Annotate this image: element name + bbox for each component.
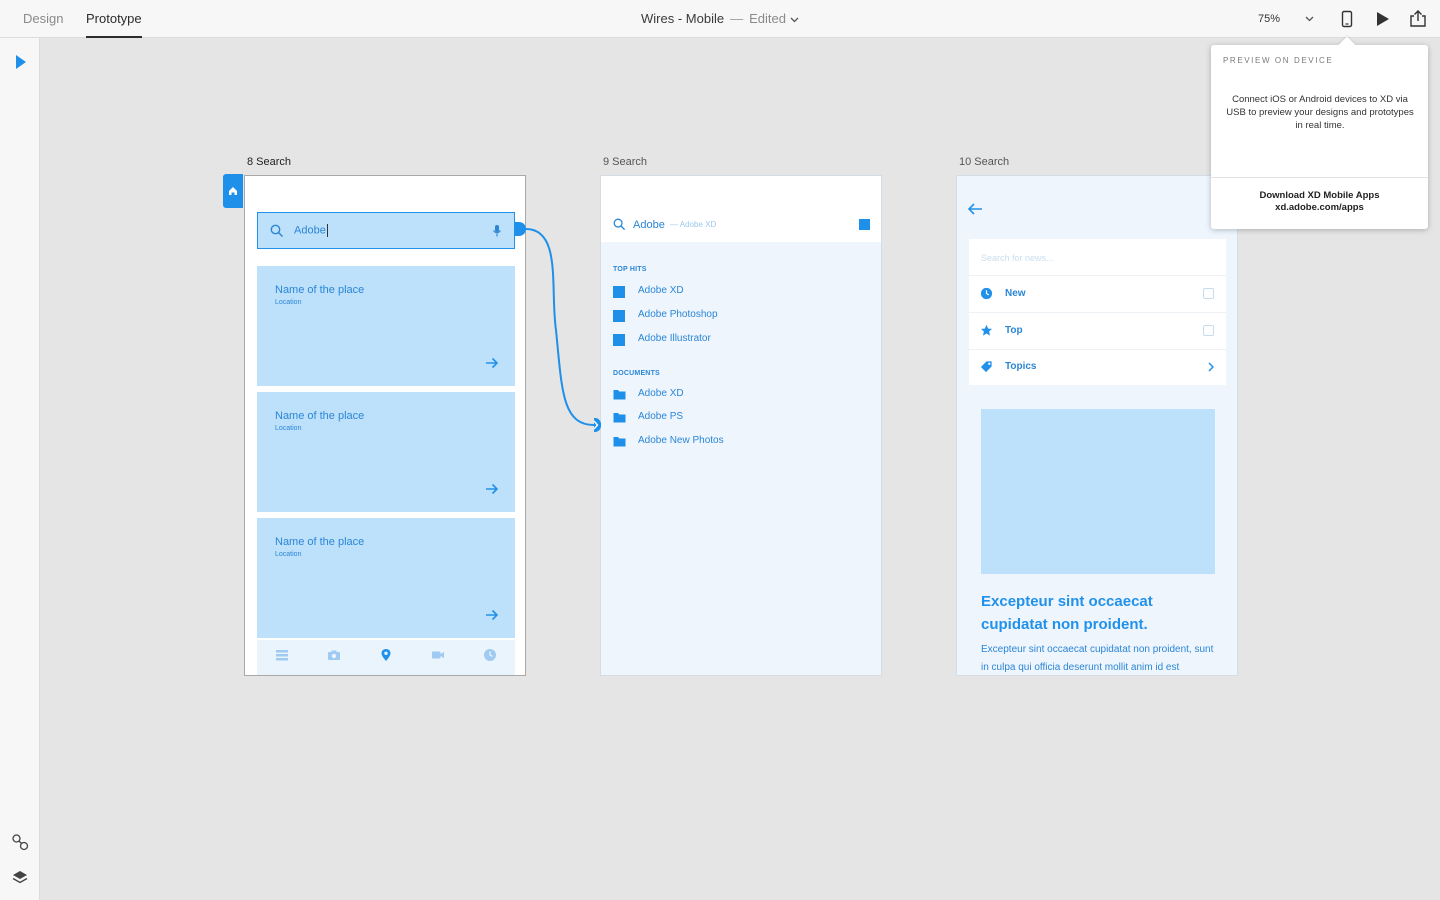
play-icon[interactable] <box>1372 9 1392 29</box>
popover-title: PREVIEW ON DEVICE <box>1223 56 1334 65</box>
folder-icon <box>613 413 626 423</box>
popover-notch <box>1338 36 1356 54</box>
select-icon[interactable] <box>10 52 30 72</box>
divider <box>1211 177 1428 178</box>
artboard-8-search[interactable]: Adobe Name of the place Location Name of… <box>244 175 526 676</box>
chevron-right-icon <box>1208 362 1214 372</box>
filter-item-new[interactable]: New <box>969 276 1226 312</box>
artboard-10-search[interactable]: Search for news... New Top Topics Except… <box>956 175 1238 676</box>
square-icon[interactable] <box>859 219 870 230</box>
link-icon[interactable] <box>10 832 30 852</box>
clock-icon <box>980 287 993 300</box>
list-item-label: Adobe New Photos <box>638 435 724 446</box>
share-icon[interactable] <box>1408 9 1428 29</box>
card-subtitle: Location <box>275 551 302 558</box>
chevron-right-icon <box>593 420 599 430</box>
search-value: Adobe <box>294 224 326 237</box>
popover-description: Connect iOS or Android devices to XD via… <box>1226 94 1414 131</box>
title-separator: — <box>730 11 744 26</box>
section-header-documents: DOCUMENTS <box>613 370 660 377</box>
card-title: Name of the place <box>275 284 365 296</box>
image-placeholder <box>981 409 1215 574</box>
place-card[interactable]: Name of the place Location <box>257 266 515 386</box>
chevron-down-icon <box>1305 16 1314 22</box>
zoom-value: 75% <box>1258 13 1281 25</box>
artboard-label[interactable]: 8 Search <box>247 156 291 168</box>
chevron-down-icon[interactable] <box>790 17 799 23</box>
checkbox[interactable] <box>1203 325 1214 336</box>
top-bar: Design Prototype Wires - Mobile — Edited 7… <box>0 0 1440 38</box>
arrow-left-icon[interactable] <box>967 202 983 216</box>
tab-design[interactable]: Design <box>23 0 63 38</box>
left-toolbar <box>0 38 40 900</box>
card-title: Name of the place <box>275 536 365 548</box>
microphone-icon[interactable] <box>492 224 502 238</box>
folder-icon <box>613 390 626 400</box>
layers-icon[interactable] <box>10 868 30 888</box>
list-item-label: Adobe XD <box>638 388 684 399</box>
home-artboard-marker[interactable] <box>223 174 243 208</box>
document-name: Wires - Mobile <box>641 11 725 26</box>
star-icon <box>980 324 993 336</box>
section-header-top-hits: TOP HITS <box>613 266 647 273</box>
mobile-device-icon[interactable] <box>1337 9 1357 29</box>
text-caret <box>326 224 328 237</box>
video-icon[interactable] <box>431 648 445 662</box>
search-header <box>601 176 881 242</box>
search-input[interactable]: Adobe <box>257 212 515 249</box>
app-icon <box>613 334 625 346</box>
news-search-input[interactable]: Search for news... <box>981 253 1054 263</box>
list-item-label: Adobe PS <box>638 411 684 422</box>
filter-label: Topics <box>1005 361 1037 372</box>
bottom-tab-bar <box>257 640 515 675</box>
place-card[interactable]: Name of the place Location <box>257 518 515 638</box>
filter-label: Top <box>1005 325 1023 336</box>
download-apps-text: Download XD Mobile Apps <box>1259 190 1380 201</box>
document-title: Wires - Mobile — Edited <box>0 0 1440 38</box>
tag-icon <box>980 361 992 373</box>
artboard-label[interactable]: 9 Search <box>603 156 647 168</box>
tab-prototype[interactable]: Prototype <box>86 0 142 38</box>
arrow-right-icon[interactable] <box>485 356 499 370</box>
preview-on-device-popover: PREVIEW ON DEVICE Connect iOS or Android… <box>1211 36 1428 229</box>
search-icon <box>270 224 284 238</box>
zoom-select[interactable]: 75% <box>1252 8 1318 30</box>
search-suggestion: — Adobe XD <box>670 220 717 229</box>
filter-item-top[interactable]: Top <box>969 313 1226 349</box>
filter-panel: Search for news... New Top Topics <box>969 239 1226 385</box>
filter-item-topics[interactable]: Topics <box>969 349 1226 385</box>
filter-label: New <box>1005 288 1026 299</box>
search-value[interactable]: Adobe <box>633 219 665 231</box>
card-title: Name of the place <box>275 410 365 422</box>
artboard-9-search[interactable]: Adobe — Adobe XD TOP HITS Adobe XD Adobe… <box>600 175 882 676</box>
document-status: Edited <box>749 11 786 26</box>
article-body: Excepteur sint occaecat cupidatat non pr… <box>981 644 1214 673</box>
list-icon[interactable] <box>275 648 289 662</box>
checkbox[interactable] <box>1203 288 1214 299</box>
list-item-label: Adobe Illustrator <box>638 333 711 344</box>
home-icon <box>229 187 237 195</box>
place-card[interactable]: Name of the place Location <box>257 392 515 512</box>
arrow-right-icon[interactable] <box>485 482 499 496</box>
folder-icon <box>613 437 626 447</box>
download-apps-url: xd.adobe.com/apps <box>1275 202 1364 213</box>
card-subtitle: Location <box>275 299 302 306</box>
card-subtitle: Location <box>275 425 302 432</box>
camera-icon[interactable] <box>327 648 341 662</box>
arrow-right-icon[interactable] <box>485 608 499 622</box>
app-icon <box>613 310 625 322</box>
list-item-label: Adobe XD <box>638 285 684 296</box>
artboard-label[interactable]: 10 Search <box>959 156 1009 168</box>
download-apps-link[interactable]: Download XD Mobile Apps xd.adobe.com/app… <box>1211 190 1428 214</box>
location-pin-icon[interactable] <box>379 648 393 662</box>
clock-icon[interactable] <box>483 648 497 662</box>
list-item-label: Adobe Photoshop <box>638 309 718 320</box>
app-icon <box>613 286 625 298</box>
search-icon <box>613 218 626 231</box>
article-title: Excepteur sint occaecat cupidatat non pr… <box>981 593 1153 633</box>
